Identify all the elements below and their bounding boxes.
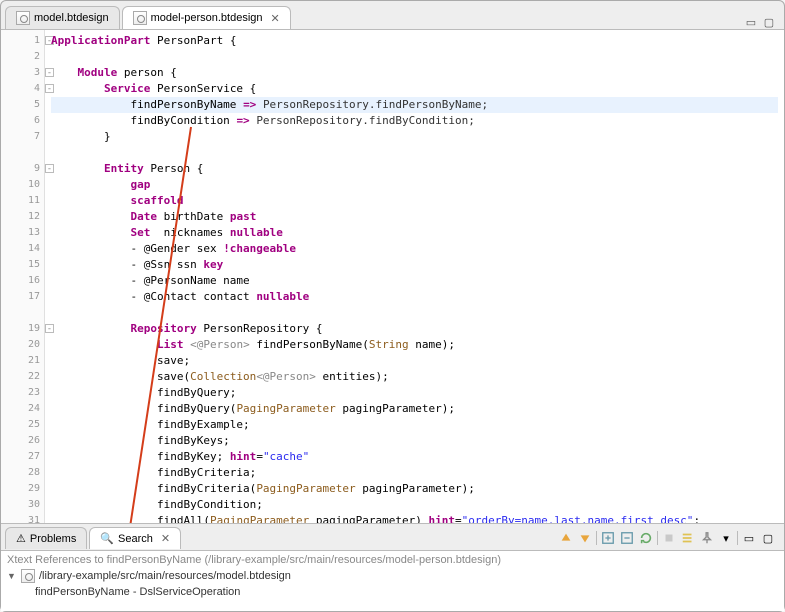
- expand-all-icon[interactable]: [600, 530, 616, 546]
- tab-model-person-btdesign[interactable]: model-person.btdesign ✕: [122, 6, 291, 29]
- code-editor[interactable]: 1-23-4-5679-101112131415161719-202122232…: [1, 29, 784, 523]
- close-icon[interactable]: ✕: [271, 12, 280, 25]
- history-icon[interactable]: [680, 530, 696, 546]
- disclosure-icon[interactable]: ▼: [7, 571, 17, 581]
- tree-root-row[interactable]: ▼ /library-example/src/main/resources/mo…: [7, 568, 778, 584]
- minimize-icon[interactable]: ▭: [744, 15, 758, 29]
- tab-problems[interactable]: ⚠ Problems: [5, 527, 87, 549]
- tab-search[interactable]: 🔍 Search ✕: [89, 527, 181, 549]
- editor-window: model.btdesign model-person.btdesign ✕ ▭…: [0, 0, 785, 612]
- code-content[interactable]: ApplicationPart PersonPart { Module pers…: [45, 30, 784, 523]
- refresh-icon[interactable]: [638, 530, 654, 546]
- search-summary: Xtext References to findPersonByName (/l…: [7, 554, 778, 566]
- search-toolbar: ▾ ▭ ▢: [558, 530, 780, 546]
- maximize-view-icon[interactable]: ▢: [760, 530, 776, 546]
- tree-child-label: findPersonByName - DslServiceOperation: [35, 586, 240, 598]
- nav-down-icon[interactable]: [577, 530, 593, 546]
- bottom-tabbar: ⚠ Problems 🔍 Search ✕ ▾: [1, 524, 784, 550]
- problems-icon: ⚠: [16, 532, 26, 545]
- separator: [596, 531, 597, 545]
- bottom-panel: ⚠ Problems 🔍 Search ✕ ▾: [1, 523, 784, 611]
- separator: [737, 531, 738, 545]
- separator: [657, 531, 658, 545]
- menu-icon[interactable]: ▾: [718, 530, 734, 546]
- tree-child-row[interactable]: findPersonByName - DslServiceOperation: [7, 584, 778, 600]
- tab-model-btdesign[interactable]: model.btdesign: [5, 6, 120, 29]
- tab-label: Problems: [30, 533, 76, 545]
- editor-tabbar: model.btdesign model-person.btdesign ✕ ▭…: [1, 1, 784, 29]
- file-icon: [133, 11, 147, 25]
- line-gutter: 1-23-4-5679-101112131415161719-202122232…: [1, 30, 45, 523]
- maximize-icon[interactable]: ▢: [762, 15, 776, 29]
- tab-label: model.btdesign: [34, 12, 109, 24]
- minimize-view-icon[interactable]: ▭: [741, 530, 757, 546]
- file-icon: [16, 11, 30, 25]
- tree-root-label: /library-example/src/main/resources/mode…: [39, 570, 291, 582]
- stop-icon[interactable]: [661, 530, 677, 546]
- nav-up-icon[interactable]: [558, 530, 574, 546]
- pin-icon[interactable]: [699, 530, 715, 546]
- search-icon: 🔍: [100, 532, 114, 545]
- search-results[interactable]: Xtext References to findPersonByName (/l…: [1, 550, 784, 611]
- close-icon[interactable]: ✕: [161, 532, 170, 545]
- collapse-all-icon[interactable]: [619, 530, 635, 546]
- tab-label: Search: [118, 533, 153, 545]
- tab-label: model-person.btdesign: [151, 12, 263, 24]
- file-icon: [21, 569, 35, 583]
